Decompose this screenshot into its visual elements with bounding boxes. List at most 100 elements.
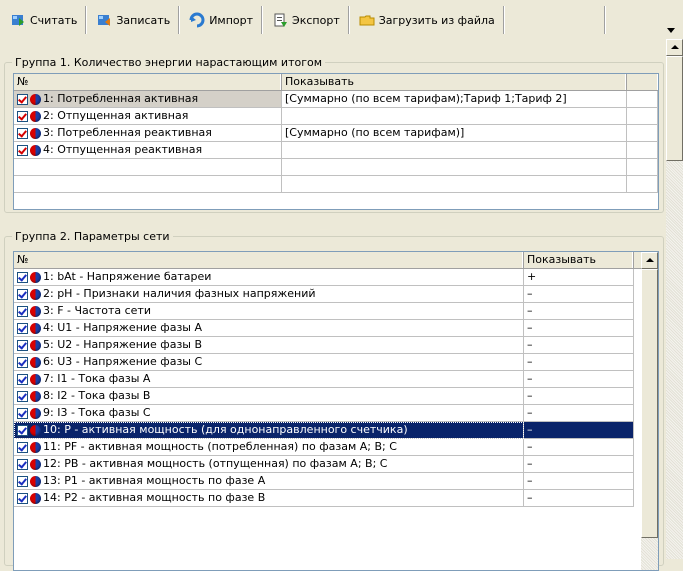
enabled-checkbox[interactable] [17,93,28,105]
show-cell[interactable]: – [524,473,634,490]
name-cell[interactable]: 2: Отпущенная активная [14,108,282,125]
table-row[interactable]: 13: P1 - активная мощность по фазе А – [14,473,641,490]
table-row[interactable]: 12: PB - активная мощность (отпущенная) … [14,456,641,473]
show-cell[interactable]: – [524,354,634,371]
table-row[interactable]: 5: U2 - Напряжение фазы В – [14,337,641,354]
table-row[interactable]: 1: bAt - Напряжение батареи + [14,269,641,286]
name-cell[interactable]: 5: U2 - Напряжение фазы В [14,337,524,354]
show-cell[interactable]: + [524,269,634,286]
show-cell[interactable] [282,142,627,159]
table-row[interactable]: 2: Отпущенная активная [14,108,658,125]
main-scrollbar[interactable] [666,39,683,559]
name-cell[interactable]: 1: bAt - Напряжение батареи [14,269,524,286]
table-row[interactable]: 2: pH - Признаки наличия фазных напряжен… [14,286,641,303]
table-row[interactable]: 14: P2 - активная мощность по фазе В – [14,490,641,507]
enabled-checkbox[interactable] [17,373,28,385]
name-cell[interactable]: 4: Отпущенная реактивная [14,142,282,159]
name-cell[interactable]: 10: P - активная мощность (для однонапра… [14,422,524,439]
scroll-up-button[interactable] [666,39,683,56]
table-row[interactable]: 3: F - Частота сети – [14,303,641,320]
name-cell[interactable]: 1: Потребленная активная [14,91,282,108]
export-icon [272,12,288,28]
enabled-checkbox[interactable] [17,110,28,122]
group1-col-show[interactable]: Показывать [282,74,627,90]
read-button[interactable]: Считать [0,6,87,34]
group2-col-number[interactable]: № [14,252,524,268]
table-row[interactable]: 8: I2 - Тока фазы В – [14,388,641,405]
enabled-checkbox[interactable] [17,492,28,504]
show-cell[interactable]: [Суммарно (по всем тарифам)] [282,125,627,142]
show-value: + [527,270,537,283]
enabled-checkbox[interactable] [17,271,28,283]
table-row[interactable]: 11: PF - активная мощность (потребленная… [14,439,641,456]
status-ball-icon [30,424,41,436]
enabled-checkbox[interactable] [17,356,28,368]
status-ball-icon [30,110,41,122]
enabled-checkbox[interactable] [17,458,28,470]
name-cell[interactable]: 9: I3 - Тока фазы С [14,405,524,422]
table-row[interactable]: 1: Потребленная активная [Суммарно (по вс… [14,91,658,108]
table-row[interactable]: 9: I3 - Тока фазы С – [14,405,641,422]
group1-grid: № Показывать 1: Потребленная активная [Су… [13,73,659,210]
show-cell[interactable]: – [524,303,634,320]
load-from-file-button[interactable]: Загрузить из файла [349,6,504,34]
empty-cell [14,159,282,176]
row-name: 9: I3 - Тока фазы С [43,406,151,419]
show-cell[interactable]: – [524,286,634,303]
show-cell[interactable]: – [524,490,634,507]
name-cell[interactable]: 7: I1 - Тока фазы А [14,371,524,388]
scroll-thumb[interactable] [666,56,683,161]
enabled-checkbox[interactable] [17,288,28,300]
enabled-checkbox[interactable] [17,441,28,453]
name-cell[interactable]: 2: pH - Признаки наличия фазных напряжен… [14,286,524,303]
enabled-checkbox[interactable] [17,322,28,334]
show-cell[interactable]: – [524,405,634,422]
name-cell[interactable]: 8: I2 - Тока фазы В [14,388,524,405]
show-cell[interactable]: – [524,337,634,354]
group2-scroll-up-button[interactable] [641,252,658,269]
group1-col-number[interactable]: № [14,74,282,90]
group2-scrollbar[interactable] [641,252,658,570]
enabled-checkbox[interactable] [17,390,28,402]
toolbar-overflow-chevron-icon[interactable] [667,24,677,34]
show-cell[interactable]: – [524,320,634,337]
show-cell[interactable]: [Суммарно (по всем тарифам);Тариф 1;Тари… [282,91,627,108]
group2-box: Группа 2. Параметры сети № Показывать 1:… [4,230,664,571]
enabled-checkbox[interactable] [17,424,28,436]
enabled-checkbox[interactable] [17,407,28,419]
import-button[interactable]: Импорт [179,6,263,34]
show-cell[interactable]: – [524,388,634,405]
export-button[interactable]: Экспорт [262,6,349,34]
group2-col-show[interactable]: Показывать [524,252,634,268]
row-name: 12: PB - активная мощность (отпущенная) … [43,457,388,470]
name-cell[interactable]: 14: P2 - активная мощность по фазе В [14,490,524,507]
table-row[interactable]: 7: I1 - Тока фазы А – [14,371,641,388]
group2-scroll-thumb[interactable] [641,269,658,538]
name-cell[interactable]: 13: P1 - активная мощность по фазе А [14,473,524,490]
group1-box: Группа 1. Количество энергии нарастающим… [4,56,664,213]
name-cell[interactable]: 6: U3 - Напряжение фазы С [14,354,524,371]
show-cell[interactable]: – [524,456,634,473]
write-button[interactable]: Записать [86,6,180,34]
show-cell[interactable]: – [524,422,634,439]
name-cell[interactable]: 3: Потребленная реактивная [14,125,282,142]
enabled-checkbox[interactable] [17,305,28,317]
enabled-checkbox[interactable] [17,475,28,487]
enabled-checkbox[interactable] [17,339,28,351]
show-value: – [527,474,533,487]
show-value: – [527,457,533,470]
enabled-checkbox[interactable] [17,127,28,139]
table-row[interactable]: 3: Потребленная реактивная [Суммарно (по … [14,125,658,142]
table-row[interactable]: 6: U3 - Напряжение фазы С – [14,354,641,371]
show-cell[interactable]: – [524,371,634,388]
show-cell[interactable]: – [524,439,634,456]
table-row[interactable]: 10: P - активная мощность (для однонапра… [14,422,641,439]
name-cell[interactable]: 4: U1 - Напряжение фазы А [14,320,524,337]
table-row[interactable]: 4: Отпущенная реактивная [14,142,658,159]
table-row[interactable]: 4: U1 - Напряжение фазы А – [14,320,641,337]
name-cell[interactable]: 11: PF - активная мощность (потребленная… [14,439,524,456]
enabled-checkbox[interactable] [17,144,28,156]
name-cell[interactable]: 3: F - Частота сети [14,303,524,320]
show-cell[interactable] [282,108,627,125]
name-cell[interactable]: 12: PB - активная мощность (отпущенная) … [14,456,524,473]
